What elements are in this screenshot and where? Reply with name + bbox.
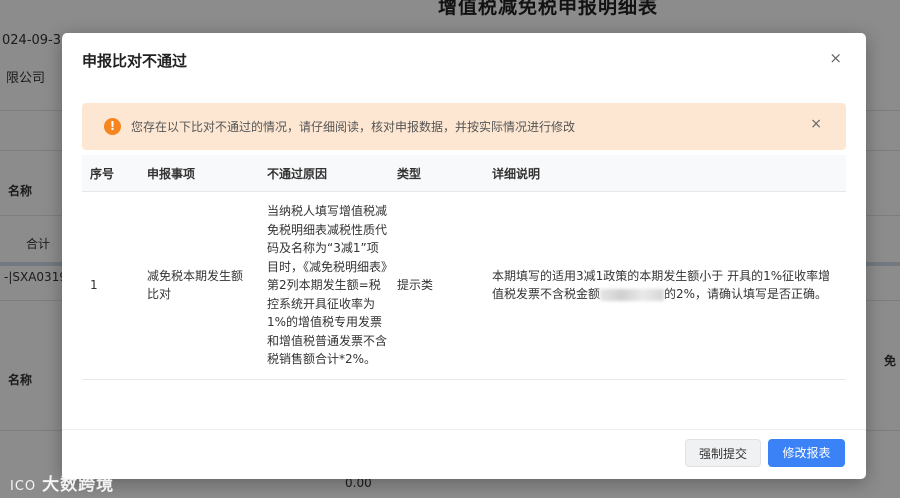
table-header-row: 序号 申报事项 不通过原因 类型 详细说明 — [82, 155, 846, 192]
dialog-footer-divider — [62, 429, 866, 430]
comparison-result-table: 序号 申报事项 不通过原因 类型 详细说明 1 减免税本期发生额比对 当纳税人填… — [82, 155, 846, 380]
column-header-reason: 不通过原因 — [267, 155, 397, 192]
close-icon[interactable]: × — [829, 49, 842, 67]
watermark-text: 大数跨境 — [42, 475, 115, 495]
column-header-index: 序号 — [82, 155, 147, 192]
row-index: 1 — [82, 191, 147, 380]
row-detail: 本期填写的适用3减1政策的本期发生额小于 开具的1%征收率增值税发票不含税金额的… — [492, 267, 842, 304]
row-item-text: 减免税本期发生额比对 — [147, 268, 244, 302]
force-submit-button[interactable]: 强制提交 — [685, 439, 761, 467]
redacted-amount — [600, 288, 665, 301]
row-reason-cell: 当纳税人填写增值税减免税明细表减税性质代码及名称为“3减1”项目时，《减免税明细… — [267, 191, 397, 380]
row-item: 减免税本期发生额比对 — [147, 191, 267, 380]
dialog-title: 申报比对不通过 — [82, 52, 188, 70]
alert-message: 您存在以下比对不通过的情况，请仔细阅读，核对申报数据，并按实际情况进行修改 — [131, 120, 576, 134]
watermark-logo-icon: ICO — [10, 479, 37, 494]
column-header-type: 类型 — [397, 155, 492, 192]
alert-close-icon[interactable]: × — [810, 116, 822, 132]
row-detail-after: 的2%，请确认填写是否正确。 — [664, 287, 828, 302]
row-reason: 当纳税人填写增值税减免税明细表减税性质代码及名称为“3减1”项目时，《减免税明细… — [267, 204, 388, 366]
warning-icon: ! — [104, 118, 121, 135]
watermark: ICO 大数跨境 — [10, 470, 114, 495]
column-header-detail: 详细说明 — [492, 155, 846, 192]
comparison-failed-dialog: 申报比对不通过 × ! 您存在以下比对不通过的情况，请仔细阅读，核对申报数据，并… — [62, 33, 866, 479]
column-header-item: 申报事项 — [147, 155, 267, 192]
table-row: 1 减免税本期发生额比对 当纳税人填写增值税减免税明细表减税性质代码及名称为“3… — [82, 191, 846, 380]
row-type: 提示类 — [397, 191, 492, 380]
edit-report-button[interactable]: 修改报表 — [768, 439, 845, 467]
row-detail-cell: 本期填写的适用3减1政策的本期发生额小于 开具的1%征收率增值税发票不含税金额的… — [492, 191, 846, 380]
warning-alert: ! 您存在以下比对不通过的情况，请仔细阅读，核对申报数据，并按实际情况进行修改 … — [82, 103, 846, 150]
